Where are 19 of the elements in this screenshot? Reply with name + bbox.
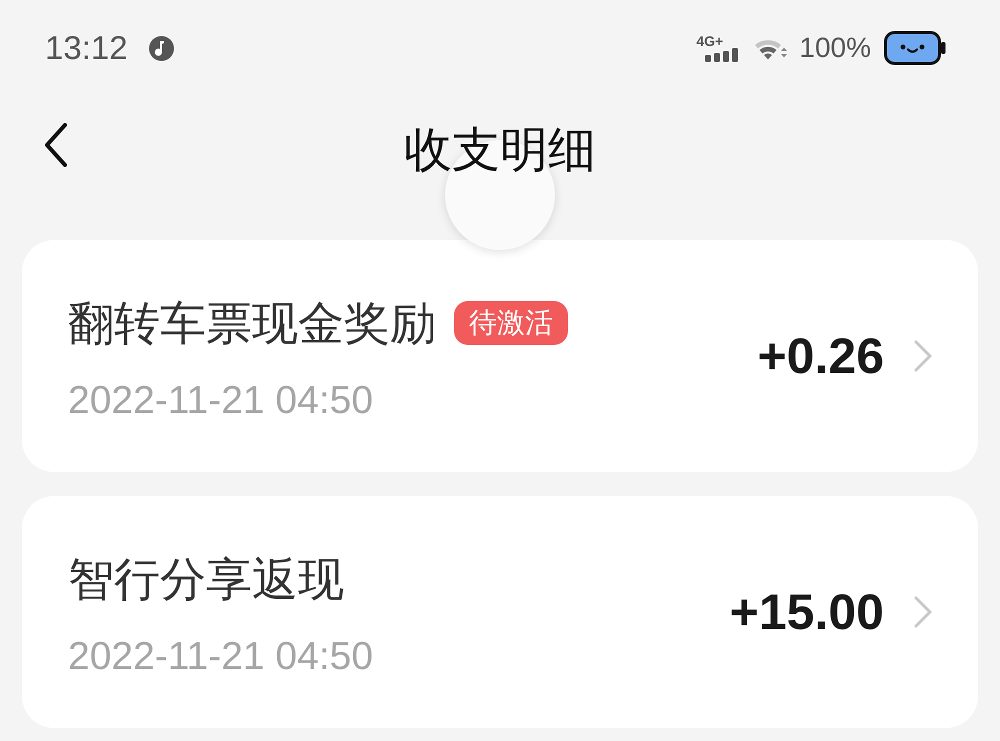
status-time: 13:12	[45, 28, 128, 68]
signal-bars-icon	[705, 48, 740, 62]
network-type-label: 4G+	[696, 34, 724, 48]
record-title: 翻转车票现金奖励	[68, 299, 436, 347]
record-title: 智行分享返现	[68, 555, 344, 603]
status-badge: 待激活	[454, 301, 568, 345]
record-card[interactable]: 翻转车票现金奖励 待激活 2022-11-21 04:50 +0.26	[22, 240, 978, 472]
chevron-right-icon	[914, 340, 932, 372]
record-date: 2022-11-21 04:50	[68, 634, 374, 680]
record-amount: +15.00	[730, 584, 884, 640]
chevron-right-icon	[914, 596, 932, 628]
record-date: 2022-11-21 04:50	[68, 378, 374, 424]
chevron-left-icon	[44, 123, 68, 167]
page-title: 收支明细	[404, 122, 596, 178]
battery-icon	[884, 31, 946, 65]
music-note-icon	[148, 36, 174, 60]
record-amount: +0.26	[757, 328, 884, 384]
record-card[interactable]: 智行分享返现 2022-11-21 04:50 +15.00	[22, 496, 978, 728]
battery-percent: 100%	[799, 31, 871, 65]
